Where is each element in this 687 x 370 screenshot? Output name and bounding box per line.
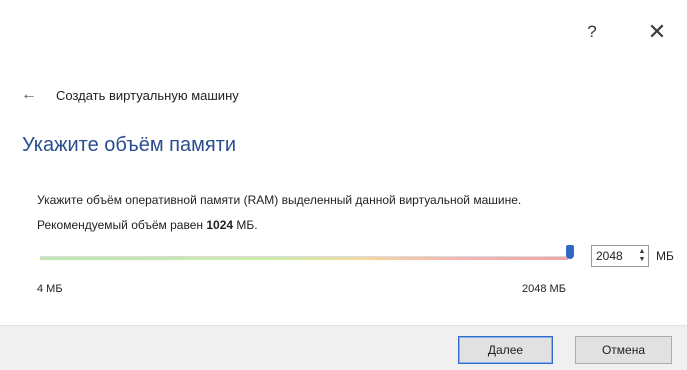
help-icon: ?: [587, 22, 597, 41]
next-button[interactable]: Далее: [458, 336, 553, 364]
recommended-text: Рекомендуемый объём равен 1024 МБ.: [37, 218, 258, 232]
memory-value-input[interactable]: [592, 247, 636, 265]
wizard-title: Создать виртуальную машину: [56, 87, 239, 103]
slider-max-label: 2048 МБ: [522, 283, 566, 295]
close-icon: ✕: [647, 19, 667, 44]
recommended-prefix: Рекомендуемый объём равен: [37, 218, 207, 232]
wizard-header: ← Создать виртуальную машину: [18, 82, 239, 108]
spin-up-icon[interactable]: ▲: [639, 248, 646, 256]
memory-spinbox[interactable]: ▲ ▼: [591, 245, 649, 267]
memory-unit-label: МБ: [656, 249, 674, 263]
spin-down-icon[interactable]: ▼: [639, 256, 646, 264]
cancel-button[interactable]: Отмена: [575, 336, 672, 364]
title-bar: ? ✕: [0, 0, 687, 60]
memory-slider-track[interactable]: [40, 257, 568, 260]
page-title: Укажите объём памяти: [22, 134, 236, 156]
memory-description: Укажите объём оперативной памяти (RAM) в…: [37, 193, 522, 207]
memory-slider-handle[interactable]: [566, 245, 574, 259]
help-button[interactable]: ?: [578, 18, 606, 46]
spinbox-arrows: ▲ ▼: [636, 246, 648, 266]
slider-min-label: 4 МБ: [37, 283, 63, 295]
back-button[interactable]: ←: [18, 84, 40, 106]
recommended-suffix: МБ.: [233, 218, 258, 232]
cancel-button-label: Отмена: [601, 343, 646, 357]
next-button-label: Далее: [487, 343, 524, 357]
recommended-value: 1024: [206, 218, 234, 232]
close-button[interactable]: ✕: [643, 18, 671, 46]
back-arrow-icon: ←: [21, 86, 37, 103]
